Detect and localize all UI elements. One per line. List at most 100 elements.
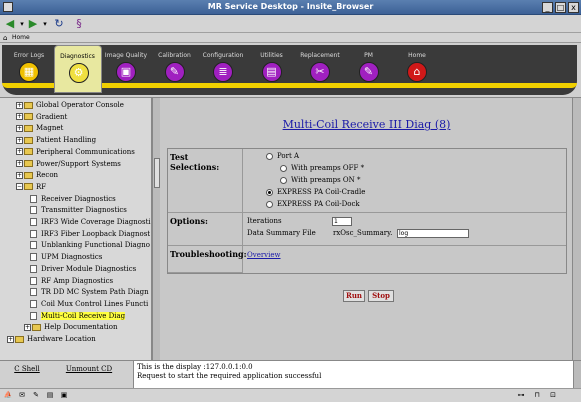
expand-icon[interactable]: + xyxy=(16,124,23,132)
radio-option[interactable]: Port A xyxy=(266,152,299,160)
radio-button[interactable] xyxy=(280,176,287,184)
home-icon[interactable]: ⌂ xyxy=(3,34,7,42)
reload-icon[interactable]: ↻ xyxy=(52,17,66,31)
document-icon xyxy=(30,241,37,250)
tab-calibration[interactable]: Calibration ✎ xyxy=(151,45,199,93)
tab-label: Error Logs xyxy=(13,52,45,59)
tree-folder[interactable]: + Global Operator Console xyxy=(16,100,124,111)
radio-button[interactable] xyxy=(266,152,273,160)
radio-button[interactable] xyxy=(266,200,273,208)
document-icon xyxy=(30,276,37,285)
tree-leaf[interactable]: Driver Module Diagnostics xyxy=(30,264,136,275)
tab-icon: ⚙ xyxy=(68,63,89,83)
document-icon xyxy=(30,264,37,273)
tree-leaf[interactable]: Transmitter Diagnostics xyxy=(30,205,127,216)
radio-button[interactable] xyxy=(266,188,273,196)
content-panel: Multi-Coil Receive III Diag (8) Test Sel… xyxy=(161,98,581,360)
composer-icon[interactable]: ✎ xyxy=(31,391,41,400)
radio-option[interactable]: EXPRESS PA Coil-Cradle xyxy=(266,188,365,196)
address-label[interactable]: Home xyxy=(12,34,30,41)
diag-form: Test Selections: Port A With preamps OFF… xyxy=(167,148,567,274)
summary-file-field[interactable]: log xyxy=(397,229,469,238)
cshell-button[interactable]: C Shell xyxy=(8,364,46,375)
tree-leaf[interactable]: Multi-Coil Receive Diag xyxy=(30,311,126,322)
tree-label: Power/Support Systems xyxy=(36,159,121,168)
folder-icon xyxy=(32,323,41,331)
tab-home[interactable]: Home ⌂ xyxy=(393,45,441,93)
options-row: Options: Iterations 1 Data Summary File … xyxy=(168,213,566,246)
expand-icon[interactable]: + xyxy=(7,335,14,343)
tab-error-logs[interactable]: Error Logs ▦ xyxy=(5,45,53,93)
tree-leaf[interactable]: Coil Mux Control Lines Functi xyxy=(30,299,148,310)
tree-label: IRF3 Wide Coverage Diagnosti xyxy=(41,218,151,226)
tree-folder[interactable]: + Peripheral Communications xyxy=(16,147,135,158)
tree-folder[interactable]: + Gradient xyxy=(16,112,67,123)
document-icon xyxy=(30,288,37,297)
tab-replacement[interactable]: Replacement ✂ xyxy=(296,45,344,93)
expand-icon[interactable]: + xyxy=(16,113,23,121)
tree-folder[interactable]: + Hardware Location xyxy=(7,334,96,345)
radio-option[interactable]: EXPRESS PA Coil-Dock xyxy=(266,200,360,208)
status-bar: ⛵ ✉ ✎ ▤ ▣ ⊶ ⊓ ⊡ xyxy=(0,388,581,402)
troubleshooting-row: Troubleshooting: Overview xyxy=(168,246,566,274)
tree-leaf[interactable]: IRF3 Wide Coverage Diagnosti xyxy=(30,217,151,228)
tree-leaf[interactable]: IRF3 Fiber Loopback Diagnost xyxy=(30,229,150,240)
stop-button[interactable]: Stop xyxy=(368,290,394,302)
tree-folder[interactable]: − RF xyxy=(16,182,46,193)
tab-label: PM xyxy=(364,52,373,59)
tree-label: Unblanking Functional Diagno xyxy=(41,241,150,250)
bookmark-icon[interactable]: § xyxy=(72,17,86,31)
window-titlebar: MR Service Desktop - Insite_Browser _ □ … xyxy=(0,0,581,15)
tab-configuration[interactable]: Configuration ≣ xyxy=(199,45,247,93)
folder-icon xyxy=(15,335,24,343)
tab-utilities[interactable]: Utilities ▤ xyxy=(248,45,296,93)
tree-folder[interactable]: + Patient Handling xyxy=(16,135,96,146)
tree-folder[interactable]: + Power/Support Systems xyxy=(16,159,121,170)
radio-option[interactable]: With preamps OFF * xyxy=(280,164,364,172)
tree-folder[interactable]: + Recon xyxy=(16,170,58,181)
tree-scrollbar[interactable] xyxy=(152,98,160,360)
tree-leaf[interactable]: Receiver Diagnostics xyxy=(30,194,116,205)
iterations-label: Iterations xyxy=(247,217,282,225)
page-title[interactable]: Multi-Coil Receive III Diag (8) xyxy=(161,118,572,131)
overview-link[interactable]: Overview xyxy=(247,251,281,259)
document-icon xyxy=(30,253,37,262)
tab-pm[interactable]: PM ✎ xyxy=(345,45,393,93)
console-output: This is the display :127.0.0.1:0.0 Reque… xyxy=(133,360,581,388)
collapse-icon[interactable]: − xyxy=(16,183,23,191)
run-button[interactable]: Run xyxy=(343,290,365,302)
expand-icon[interactable]: + xyxy=(16,171,23,179)
unmount-cd-button[interactable]: Unmount CD xyxy=(60,364,118,375)
monitor-icon[interactable]: ▣ xyxy=(59,391,69,400)
tab-image-quality[interactable]: Image Quality ▣ xyxy=(102,45,150,93)
tree-label: Gradient xyxy=(36,112,68,121)
navigator-icon[interactable]: ⛵ xyxy=(3,391,13,400)
troubleshooting-label: Troubleshooting: xyxy=(168,246,247,273)
forward-dropdown-icon[interactable]: ▾ xyxy=(38,17,52,31)
radio-button[interactable] xyxy=(280,164,287,172)
radio-option[interactable]: With preamps ON * xyxy=(280,176,361,184)
close-button[interactable]: x xyxy=(568,2,579,13)
iterations-field[interactable]: 1 xyxy=(332,217,352,226)
tree-folder[interactable]: + Help Documentation xyxy=(24,322,118,333)
tree-scroll-thumb[interactable] xyxy=(154,158,160,188)
tree-leaf[interactable]: UPM Diagnostics xyxy=(30,252,102,263)
tree-leaf[interactable]: Unblanking Functional Diagno xyxy=(30,240,150,251)
expand-icon[interactable]: + xyxy=(16,160,23,167)
tree-leaf[interactable]: TR DD MC System Path Diagn xyxy=(30,287,149,298)
tree-folder[interactable]: + Magnet xyxy=(16,123,63,134)
tree-leaf[interactable]: RF Amp Diagnostics xyxy=(30,276,113,287)
tab-label: Diagnostics xyxy=(60,53,95,60)
minimize-button[interactable]: _ xyxy=(542,2,553,13)
tree-label: Transmitter Diagnostics xyxy=(41,206,127,215)
expand-icon[interactable]: + xyxy=(16,148,23,156)
mail-icon[interactable]: ✉ xyxy=(17,391,27,400)
maximize-button[interactable]: □ xyxy=(555,2,566,13)
expand-icon[interactable]: + xyxy=(16,101,23,109)
tab-diagnostics[interactable]: Diagnostics ⚙ xyxy=(53,45,102,93)
expand-icon[interactable]: + xyxy=(16,136,23,144)
addressbook-icon[interactable]: ▤ xyxy=(45,391,55,400)
content-scrollbar[interactable] xyxy=(572,98,581,360)
expand-icon[interactable]: + xyxy=(24,323,31,331)
console-scrollbar[interactable] xyxy=(573,361,581,388)
